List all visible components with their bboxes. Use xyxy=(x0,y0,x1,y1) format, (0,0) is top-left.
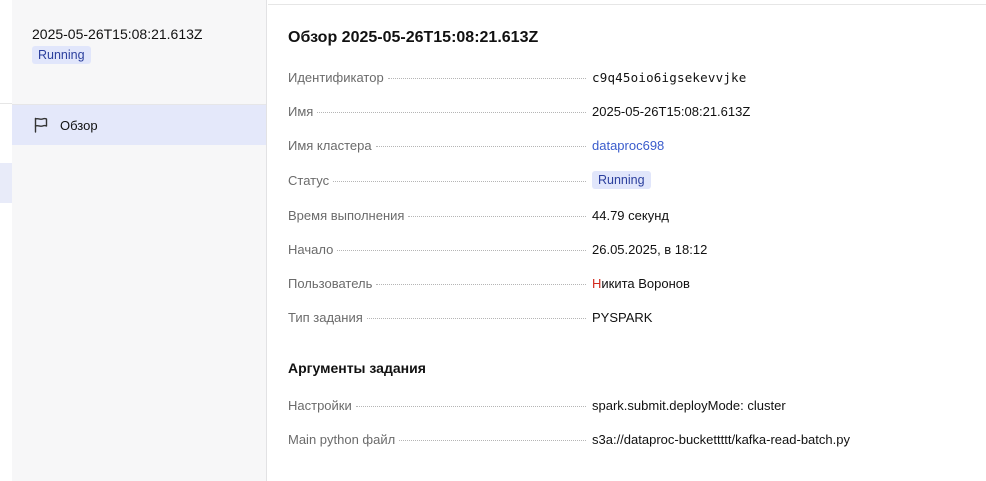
gutter-active-marker[interactable] xyxy=(0,163,12,203)
field-label: Статус xyxy=(288,172,330,188)
field-label: Тип задания xyxy=(288,309,363,325)
field-row-id: Идентификатор c9q45oio6igsekevvjke xyxy=(288,67,978,87)
job-type-value: PYSPARK xyxy=(592,309,653,325)
field-row-main-file: Main python файл s3a://dataproc-buckettt… xyxy=(288,429,978,449)
sidebar-item-label: Обзор xyxy=(60,117,98,133)
field-label: Имя кластера xyxy=(288,137,372,153)
status-badge: Running xyxy=(592,171,651,189)
field-label: Пользователь xyxy=(288,275,373,291)
user-value: Никита Воронов xyxy=(592,276,690,291)
settings-value: spark.submit.deployMode: cluster xyxy=(592,397,786,413)
duration-value: 44.79 секунд xyxy=(592,207,669,223)
field-row-cluster: Имя кластера dataproc698 xyxy=(288,135,978,155)
field-row-settings: Настройки spark.submit.deployMode: clust… xyxy=(288,395,978,415)
dotted-leader xyxy=(355,405,586,407)
main-top-border xyxy=(268,4,986,5)
field-label: Main python файл xyxy=(288,431,396,447)
dotted-leader xyxy=(333,180,586,182)
app-root: 2025-05-26T15:08:21.613Z Running Обзор О… xyxy=(0,0,986,481)
sidebar-job-title: 2025-05-26T15:08:21.613Z xyxy=(32,26,203,42)
dotted-leader xyxy=(399,439,586,441)
dotted-leader xyxy=(317,111,586,113)
section-title-job-args: Аргументы задания xyxy=(288,360,426,376)
flag-icon xyxy=(32,116,50,134)
gutter-divider xyxy=(0,103,12,104)
dotted-leader xyxy=(337,249,586,251)
field-row-name: Имя 2025-05-26T15:08:21.613Z xyxy=(288,101,978,121)
dotted-leader xyxy=(408,215,586,217)
cluster-link[interactable]: dataproc698 xyxy=(592,138,664,153)
field-label: Идентификатор xyxy=(288,69,384,85)
sidebar-item-overview[interactable]: Обзор xyxy=(12,105,266,145)
dotted-leader xyxy=(376,283,586,285)
field-label: Начало xyxy=(288,241,334,257)
start-time-value: 26.05.2025, в 18:12 xyxy=(592,241,708,257)
user-name-rest: икита Воронов xyxy=(601,275,690,291)
field-row-job-type: Тип задания PYSPARK xyxy=(288,307,978,327)
dotted-leader xyxy=(375,145,586,147)
field-row-status: Статус Running xyxy=(288,170,978,190)
job-id-value: c9q45oio6igsekevvjke xyxy=(592,69,747,85)
sidebar-header: 2025-05-26T15:08:21.613Z Running xyxy=(32,24,232,64)
main-file-value: s3a://dataproc-buckettttt/kafka-read-bat… xyxy=(592,431,850,447)
dotted-leader xyxy=(366,317,586,319)
field-label: Настройки xyxy=(288,397,352,413)
status-badge: Running xyxy=(32,46,91,64)
job-sidebar: 2025-05-26T15:08:21.613Z Running Обзор xyxy=(12,0,267,481)
field-row-user: Пользователь Никита Воронов xyxy=(288,273,978,293)
field-row-start: Начало 26.05.2025, в 18:12 xyxy=(288,239,978,259)
dotted-leader xyxy=(387,77,586,79)
job-name-value: 2025-05-26T15:08:21.613Z xyxy=(592,103,751,119)
field-label: Время выполнения xyxy=(288,207,405,223)
page-title: Обзор 2025-05-26T15:08:21.613Z xyxy=(288,29,539,46)
field-label: Имя xyxy=(288,103,314,119)
field-row-duration: Время выполнения 44.79 секунд xyxy=(288,205,978,225)
user-initial: Н xyxy=(592,275,602,291)
